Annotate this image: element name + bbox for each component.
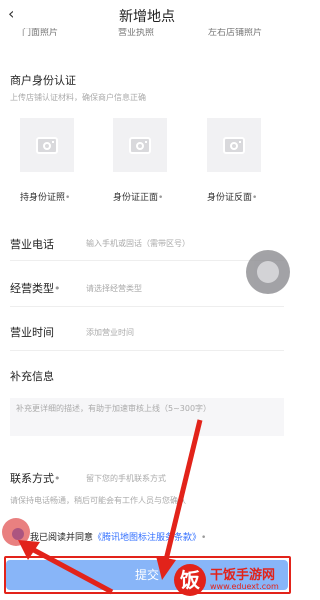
- arrow-line-left: [28, 545, 114, 595]
- watermark-logo: 饭: [174, 564, 206, 596]
- watermark-name: 干饭手游网: [210, 568, 276, 583]
- watermark: 饭 干饭手游网 www.eduext.com: [174, 562, 292, 598]
- annotation-arrows: [18, 419, 203, 595]
- arrowhead-down: [156, 556, 176, 580]
- arrow-line-down: [163, 419, 203, 561]
- watermark-url: www.eduext.com: [210, 582, 279, 591]
